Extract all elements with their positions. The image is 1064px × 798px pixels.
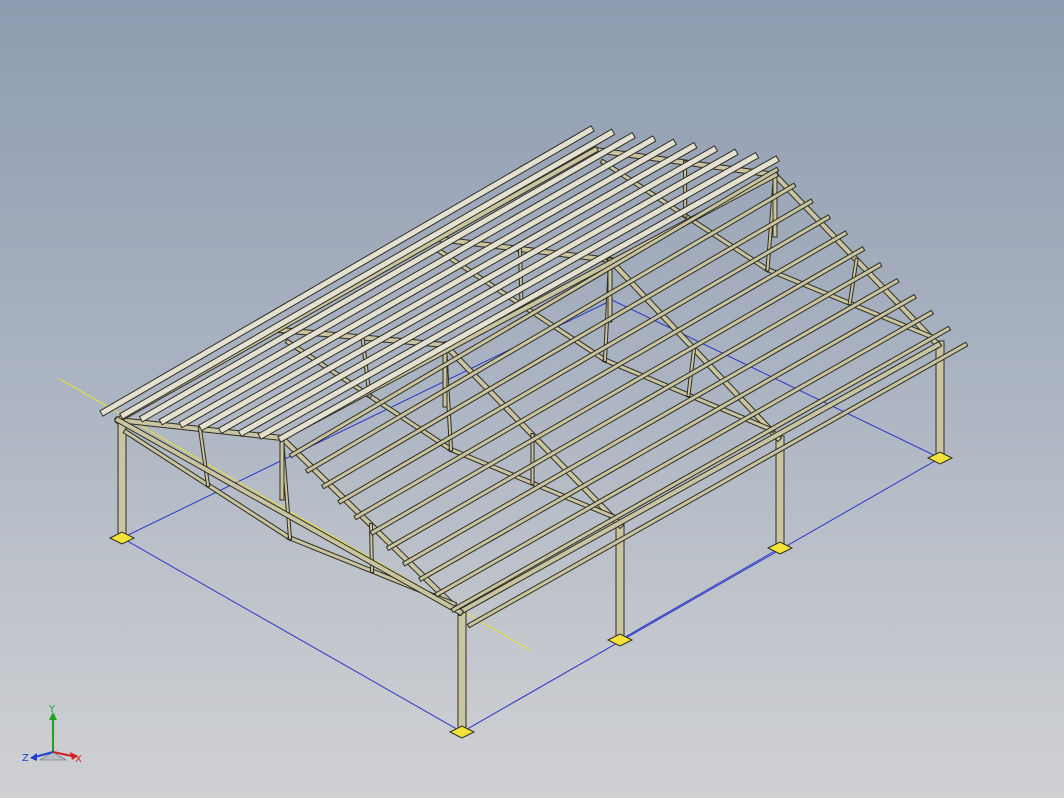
base-plate-3 bbox=[606, 633, 634, 647]
roof-purlins-group bbox=[99, 125, 969, 629]
x-axis-label: X bbox=[75, 754, 82, 765]
base-plate-4 bbox=[766, 541, 794, 555]
graphics-viewport[interactable]: Y X Z bbox=[0, 0, 1064, 798]
y-axis-label: Y bbox=[48, 704, 56, 715]
truss-web-face bbox=[198, 427, 210, 487]
foundation-grid-line bbox=[619, 547, 781, 641]
z-axis-label: Z bbox=[22, 753, 29, 764]
base-plates-group bbox=[108, 451, 954, 739]
base-plate-2 bbox=[448, 725, 476, 739]
steel-frame-model[interactable] bbox=[0, 0, 1064, 798]
left-slope-purlin-face bbox=[179, 139, 676, 427]
axis-triad-icon: Y X Z bbox=[22, 704, 82, 765]
